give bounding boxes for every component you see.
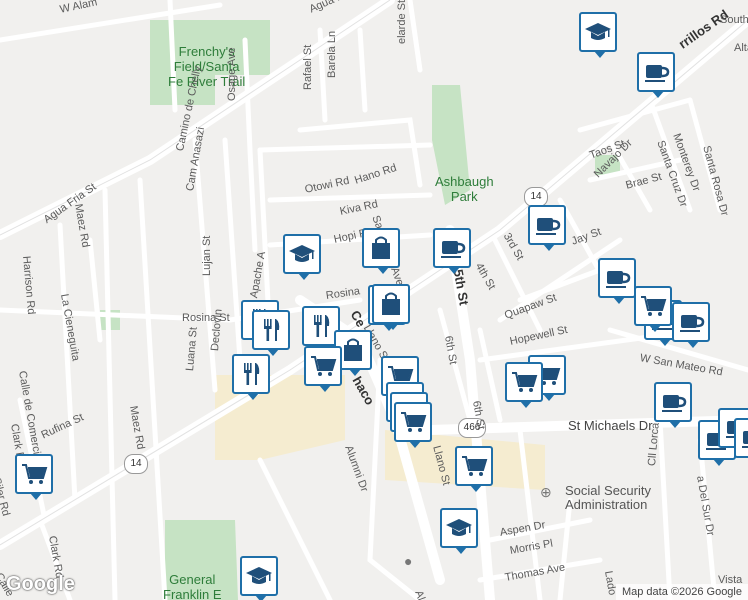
place-pin-icon: ● bbox=[404, 553, 413, 569]
map-marker-school[interactable] bbox=[240, 556, 278, 600]
map-marker-coffee[interactable] bbox=[654, 382, 692, 428]
map-canvas[interactable]: Frenchy's Field/Santa Fe River Trail Ashba… bbox=[0, 0, 748, 600]
street-label-barela-ln: Barela Ln bbox=[326, 30, 338, 78]
coffee-icon bbox=[533, 211, 561, 239]
map-marker-restaurant[interactable] bbox=[252, 310, 290, 356]
google-logo: Google bbox=[6, 573, 75, 595]
coffee-icon bbox=[642, 58, 670, 86]
street-label-osage-ave: Osage Ave bbox=[226, 47, 238, 101]
map-marker-shopping-cart[interactable] bbox=[505, 362, 543, 408]
map-marker-coffee[interactable] bbox=[734, 418, 748, 458]
coffee-icon bbox=[677, 308, 705, 336]
shopping-cart-icon bbox=[510, 368, 538, 396]
map-marker-shopping-bag[interactable] bbox=[372, 284, 410, 330]
shopping-bag-icon bbox=[339, 336, 367, 364]
map-marker-coffee[interactable] bbox=[528, 205, 566, 251]
street-label-lujan-st: Lujan St bbox=[201, 235, 213, 276]
map-marker-school[interactable] bbox=[440, 508, 478, 554]
shopping-cart-icon bbox=[309, 352, 337, 380]
coffee-icon bbox=[603, 264, 631, 292]
highway-shield-14-south: 14 bbox=[124, 454, 148, 474]
map-marker-coffee[interactable] bbox=[433, 228, 471, 274]
restaurant-icon bbox=[257, 316, 285, 344]
map-marker-shopping-bag[interactable] bbox=[362, 228, 400, 274]
map-marker-coffee[interactable] bbox=[637, 52, 675, 98]
map-marker-shopping-cart[interactable] bbox=[634, 286, 672, 332]
park-label-general-franklin: General Franklin E bbox=[163, 572, 222, 600]
map-marker-coffee[interactable] bbox=[672, 302, 710, 348]
coffee-icon bbox=[659, 388, 687, 416]
school-icon bbox=[584, 18, 612, 46]
highway-shield-14-north: 14 bbox=[524, 187, 548, 207]
street-label-st-michaels-dr: St Michaels Dr bbox=[568, 418, 653, 433]
map-marker-shopping-cart[interactable] bbox=[15, 454, 53, 500]
map-marker-shopping-cart[interactable] bbox=[455, 446, 493, 492]
shopping-cart-icon bbox=[399, 408, 427, 436]
shopping-cart-icon bbox=[460, 452, 488, 480]
school-icon bbox=[288, 240, 316, 268]
street-label-rafael-st: Rafael St bbox=[302, 44, 314, 90]
restaurant-icon bbox=[307, 312, 335, 340]
map-marker-school[interactable] bbox=[579, 12, 617, 58]
shopping-cart-icon bbox=[639, 292, 667, 320]
map-marker-coffee[interactable] bbox=[598, 258, 636, 304]
school-icon bbox=[445, 514, 473, 542]
shopping-bag-icon bbox=[367, 234, 395, 262]
shopping-cart-icon bbox=[20, 460, 48, 488]
map-attribution: Map data ©2026 Google bbox=[615, 584, 748, 600]
restaurant-icon bbox=[237, 360, 265, 388]
coffee-icon bbox=[438, 234, 466, 262]
shopping-bag-icon bbox=[377, 290, 405, 318]
map-marker-shopping-cart[interactable] bbox=[304, 346, 342, 392]
government-icon: ⊕ bbox=[540, 484, 552, 500]
poi-label-social-security: Social Security Administration bbox=[565, 483, 651, 512]
street-label-velarde-st: elarde St bbox=[396, 0, 408, 44]
park-label-ashbaugh: Ashbaugh Park bbox=[435, 174, 494, 204]
street-label-alta: Alta bbox=[734, 42, 748, 54]
school-icon bbox=[245, 562, 273, 590]
map-marker-shopping-cart[interactable] bbox=[394, 402, 432, 448]
street-label-south: South bbox=[720, 14, 748, 26]
map-marker-restaurant[interactable] bbox=[232, 354, 270, 400]
map-marker-school[interactable] bbox=[283, 234, 321, 280]
coffee-icon bbox=[739, 424, 748, 452]
